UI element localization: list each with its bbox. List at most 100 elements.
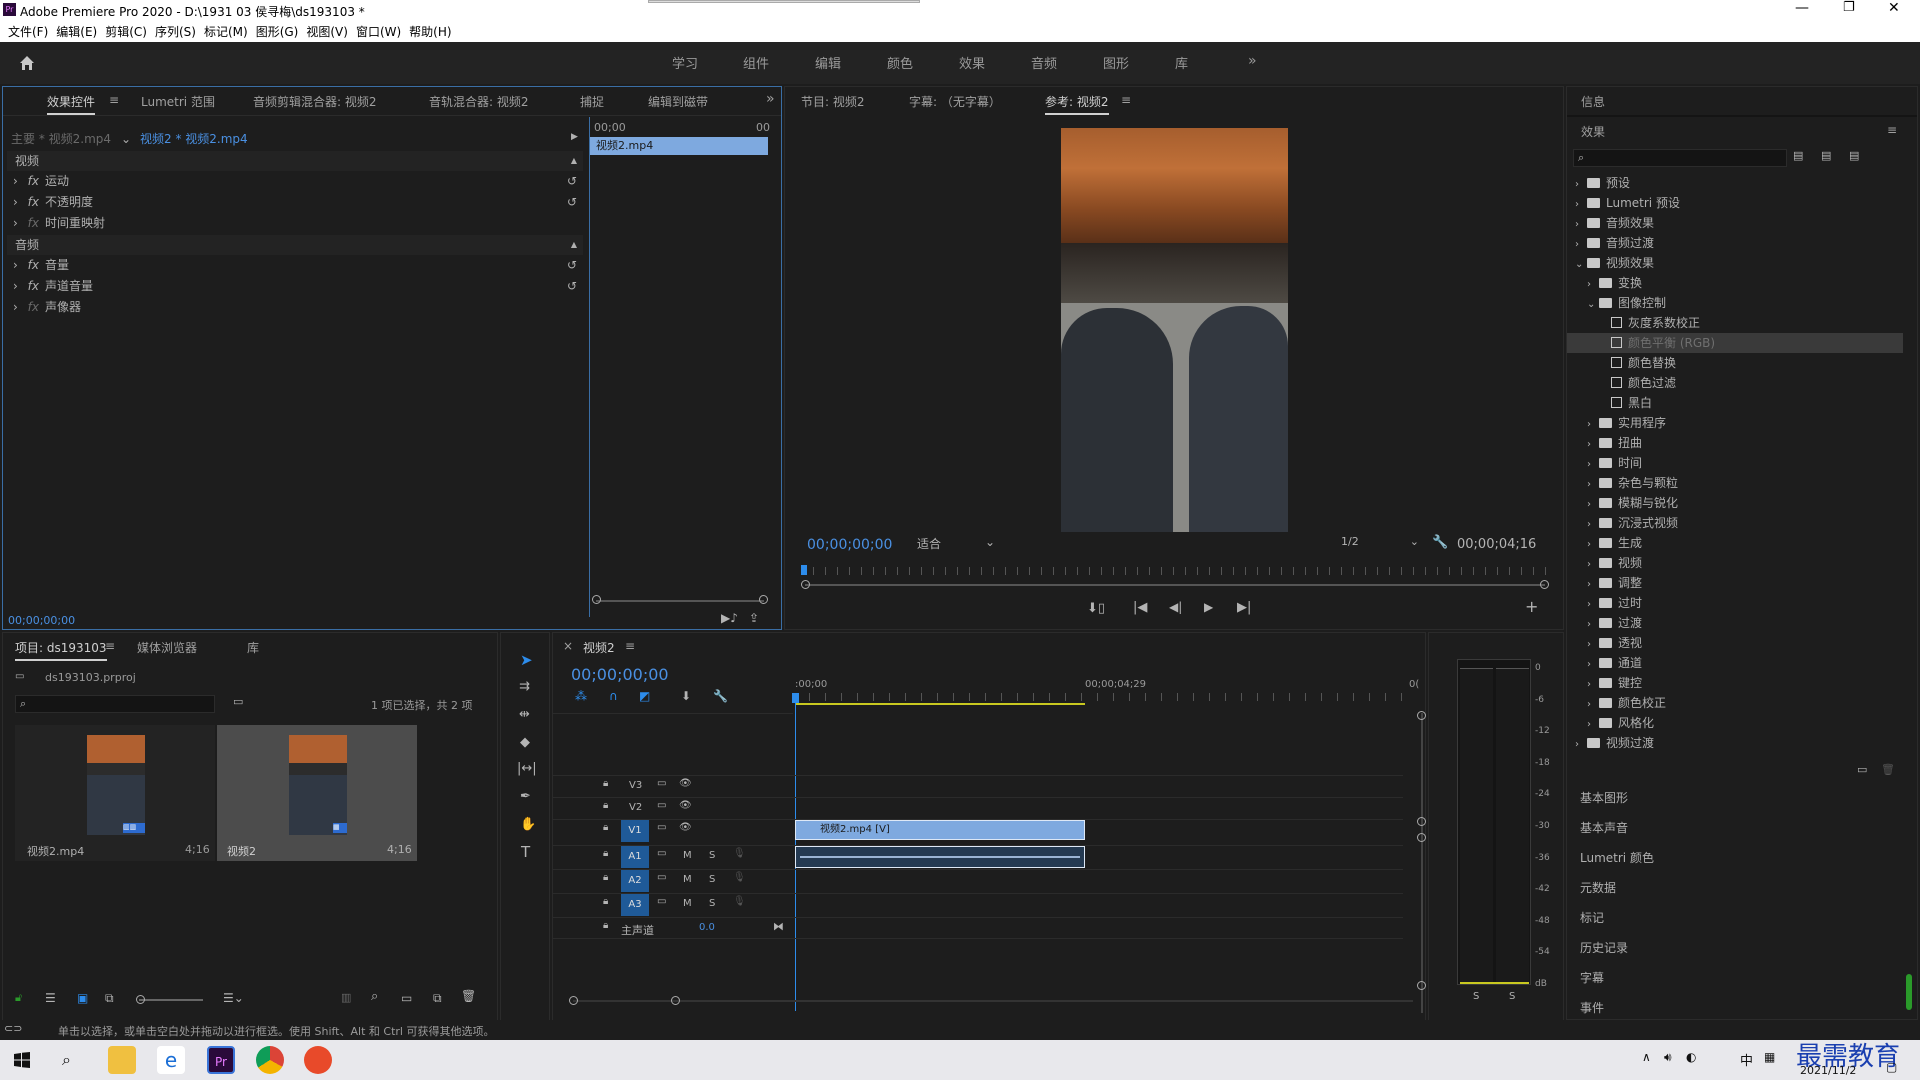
chevron-right-icon[interactable]: › [1587,495,1599,515]
tab-menu-icon[interactable]: ≡ [1121,93,1131,107]
ec-timecode[interactable]: 00;00;00;00 [8,614,75,627]
ec-effect-time-remap[interactable]: › fx 时间重映射 [7,213,583,233]
thumbnail-size-handle[interactable] [136,995,145,1004]
tab-audio-clip-mixer[interactable]: 音频剪辑混合器: 视频2 [253,93,377,110]
ec-effect-panner[interactable]: › fx 声像器 [7,297,583,317]
maximize-icon[interactable]: ❐ [1843,0,1855,15]
volume-icon[interactable]: 🔊︎ [1664,1050,1672,1065]
more-tabs-icon[interactable]: » [766,91,775,107]
chevron-right-icon[interactable]: › [1587,455,1599,475]
chevron-right-icon[interactable]: › [1587,695,1599,715]
ec-zoom-handle-left[interactable] [592,595,601,604]
tab-captions[interactable]: 字幕: （无字幕） [909,93,1001,110]
chevron-right-icon[interactable]: › [1587,555,1599,575]
tab-lumetri-scopes[interactable]: Lumetri 范围 [141,93,215,110]
clock-date[interactable]: 2021/11/2 [1800,1064,1856,1077]
effects-folder[interactable]: ⌄ 视频效果 [1567,253,1903,273]
ec-zoom-handle-right[interactable] [759,595,768,604]
ec-zoom-scrollbar[interactable] [596,600,764,602]
mute-button[interactable]: M [683,850,692,861]
lock-icon[interactable]: 🔒︎ [603,920,608,931]
play-only-clip-icon[interactable]: ▶ [571,127,578,147]
chevron-right-icon[interactable]: › [1587,435,1599,455]
menu-file[interactable]: 文件(F) [0,20,48,40]
eye-icon[interactable]: 👁︎ [679,822,692,833]
section-events[interactable]: 事件 [1580,994,1900,1022]
play-icon[interactable]: ▶ [1204,600,1213,614]
chevron-right-icon[interactable]: › [1575,215,1587,235]
work-area-bar[interactable] [795,703,1085,705]
minimize-icon[interactable]: — [1795,0,1809,16]
hand-tool-icon[interactable]: ✋ [520,817,536,832]
chrome-icon[interactable] [256,1046,284,1074]
fit-dropdown[interactable]: 适合 ⌄ [913,535,997,553]
lock-icon[interactable]: 🔓︎ [15,991,22,1005]
section-metadata[interactable]: 元数据 [1580,874,1900,902]
find-icon[interactable]: ⌕ [371,989,378,1004]
chevron-right-icon[interactable]: › [1587,715,1599,735]
menu-clip[interactable]: 剪辑(C) [97,20,147,40]
chevron-right-icon[interactable]: › [1575,735,1587,755]
sync-lock-icon[interactable]: ▭ [657,896,666,907]
slip-tool-icon[interactable]: |↔| [517,761,537,776]
pen-tool-icon[interactable]: ✒ [520,789,531,804]
ec-master-clip[interactable]: 主要 * 视频2.mp4 [11,129,111,149]
notification-icon[interactable]: ▢ [1886,1060,1897,1074]
program-timecode[interactable]: 00;00;00;00 [807,537,892,553]
keyboard-icon[interactable]: ▦ [1764,1050,1775,1064]
chevron-right-icon[interactable]: › [1587,515,1599,535]
tab-reference[interactable]: 参考: 视频2 [1045,93,1109,115]
time-ruler[interactable] [793,693,1403,701]
lock-icon[interactable]: 🔒︎ [603,800,608,811]
search-icon[interactable]: ⌕ [62,1050,71,1070]
new-bin-icon[interactable]: ▭ [1857,763,1867,776]
effect-item[interactable]: 颜色过滤 [1567,373,1903,393]
timeline-settings-icon[interactable]: 🔧 [713,689,728,703]
more-workspaces-icon[interactable]: » [1248,53,1257,69]
effects-folder[interactable]: › 视频 [1567,553,1903,573]
vscroll-handle-mid1[interactable] [1417,817,1426,826]
eye-icon[interactable]: 👁︎ [679,778,692,789]
add-marker-icon[interactable]: ⬇︎▯ [1087,601,1105,616]
ec-clip-bar[interactable]: 视频2.mp4 [590,137,768,155]
playhead-head[interactable] [792,693,799,703]
mic-icon[interactable]: 🎙︎ [733,896,746,907]
selection-tool-icon[interactable]: ➤ [520,651,533,669]
new-item-icon[interactable]: ⧉ [433,991,442,1006]
solo-button[interactable]: S [709,898,715,909]
track-label-a1[interactable]: A1 [621,846,649,868]
close-icon[interactable]: ✕ [1888,0,1900,16]
lock-icon[interactable]: 🔒︎ [603,896,608,907]
lock-icon[interactable]: 🔒︎ [603,872,608,883]
mute-button[interactable]: M [683,874,692,885]
resolution-dropdown[interactable]: 1/2 ⌄ [1337,535,1421,553]
effects-folder[interactable]: › 模糊与锐化 [1567,493,1903,513]
zoom-handle-right[interactable] [1540,580,1549,589]
chevron-right-icon[interactable]: › [1587,575,1599,595]
chevron-right-icon[interactable]: › [1587,275,1599,295]
effects-folder[interactable]: › 实用程序 [1567,413,1903,433]
list-view-icon[interactable]: ☰ [45,991,56,1005]
master-volume-value[interactable]: 0.0 [699,922,715,933]
track-label-v2[interactable]: V2 [629,802,642,813]
chevron-right-icon[interactable]: › [1587,595,1599,615]
tab-menu-icon[interactable]: ≡ [625,639,635,653]
automate-to-sequence-icon[interactable]: ▥ [341,991,351,1004]
go-to-out-icon[interactable]: ▶| [1237,600,1251,615]
vscroll-handle-mid2[interactable] [1417,833,1426,842]
linked-selection-icon[interactable]: ◩ [639,689,650,703]
workspace-color[interactable]: 颜色 [887,53,913,72]
tray-chevron-icon[interactable]: ∧ [1642,1050,1651,1064]
hscroll-handle-right[interactable] [671,996,680,1005]
timeline-timecode[interactable]: 00;00;00;00 [571,665,669,684]
program-time-ruler[interactable] [801,567,1549,575]
close-sequence-icon[interactable]: × [563,639,573,653]
sync-lock-icon[interactable]: ▭ [657,848,666,859]
add-marker-icon[interactable]: ⬇︎ [681,689,691,703]
workspace-assembly[interactable]: 组件 [743,53,769,72]
effects-folder[interactable]: › 扭曲 [1567,433,1903,453]
audio-clip[interactable] [795,846,1085,868]
workspace-libraries[interactable]: 库 [1175,53,1188,72]
sync-lock-icon[interactable]: ▭ [657,778,666,789]
wrench-icon[interactable]: 🔧 [1432,535,1448,550]
